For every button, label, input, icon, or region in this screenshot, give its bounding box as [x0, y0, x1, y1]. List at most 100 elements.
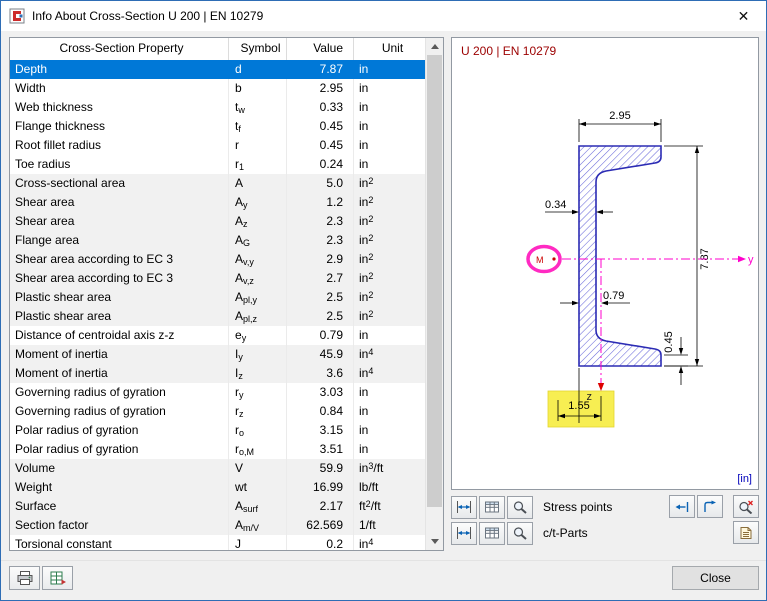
cell-symbol: Iy: [229, 345, 287, 364]
table-row[interactable]: Distance of centroidal axis z-z ey 0.79 in: [10, 326, 426, 345]
ct-parts-label: c/t-Parts: [543, 526, 588, 540]
cell-symbol: Am/V: [229, 516, 287, 535]
table-row[interactable]: Surface Asurf 2.17 ft2/ft: [10, 497, 426, 516]
table-scrollbar[interactable]: [425, 38, 443, 550]
manual-button[interactable]: [733, 521, 759, 544]
rotate-arrow-icon: [704, 500, 716, 512]
cell-symbol: J: [229, 535, 287, 550]
window-title: Info About Cross-Section U 200 | EN 1027…: [32, 9, 264, 23]
table-row[interactable]: Polar radius of gyration ro,M 3.51 in: [10, 440, 426, 459]
close-button[interactable]: Close: [672, 566, 759, 590]
stress-table-button[interactable]: [479, 495, 505, 519]
export-button[interactable]: [42, 566, 73, 590]
table-row[interactable]: Plastic shear area Apl,y 2.5 in2: [10, 288, 426, 307]
table-header: Cross-Section Property Symbol Value Unit: [10, 38, 426, 61]
flip-arrow-icon: [675, 501, 689, 512]
manual-icon: [740, 526, 752, 539]
cell-symbol: Asurf: [229, 497, 287, 516]
cell-property: Moment of inertia: [10, 364, 229, 383]
cell-unit: in4: [359, 347, 374, 361]
cell-symbol: tw: [229, 98, 287, 117]
cell-unit: in3/ft: [359, 461, 384, 475]
table-row[interactable]: Flange area AG 2.3 in2: [10, 231, 426, 250]
table-row[interactable]: Polar radius of gyration ro 3.15 in: [10, 421, 426, 440]
cell-unit: in4: [359, 537, 374, 550]
header-unit: Unit: [381, 41, 404, 55]
cell-symbol: r: [229, 136, 287, 155]
table-row[interactable]: Shear area Ay 1.2 in2: [10, 193, 426, 212]
table-row[interactable]: Shear area according to EC 3 Av,z 2.7 in2: [10, 269, 426, 288]
table-row[interactable]: Web thickness tw 0.33 in: [10, 98, 426, 117]
cell-property: Root fillet radius: [10, 136, 229, 155]
scroll-up-icon[interactable]: [426, 38, 443, 55]
zoom-reset-icon: [739, 500, 753, 514]
cell-value: 3.15: [287, 421, 354, 440]
table-row[interactable]: Width b 2.95 in: [10, 79, 426, 98]
cell-value: 2.95: [287, 79, 354, 98]
header-value: Value: [287, 38, 354, 60]
table-row[interactable]: Cross-sectional area A 5.0 in2: [10, 174, 426, 193]
table-row[interactable]: Plastic shear area Apl,z 2.5 in2: [10, 307, 426, 326]
cell-symbol: wt: [229, 478, 287, 497]
table-row[interactable]: Moment of inertia Iz 3.6 in4: [10, 364, 426, 383]
cell-value: 0.45: [287, 117, 354, 136]
table-row[interactable]: Section factor Am/V 62.569 1/ft: [10, 516, 426, 535]
table-row[interactable]: Flange thickness tf 0.45 in: [10, 117, 426, 136]
cell-property: Shear area: [10, 193, 229, 212]
cell-unit: in: [359, 423, 369, 437]
cell-unit: ft2/ft: [359, 499, 381, 513]
table-row[interactable]: Weight wt 16.99 lb/ft: [10, 478, 426, 497]
ct-zoom-button[interactable]: [507, 521, 533, 545]
cell-unit: in2: [359, 271, 374, 285]
cell-property: Cross-sectional area: [10, 174, 229, 193]
table-row[interactable]: Moment of inertia Iy 45.9 in4: [10, 345, 426, 364]
dim-flange-text: 0.45: [663, 331, 675, 352]
table-row[interactable]: Volume V 59.9 in3/ft: [10, 459, 426, 478]
stress-zoom-button[interactable]: [507, 495, 533, 519]
cell-value: 3.6: [287, 364, 354, 383]
cell-unit: in: [359, 442, 369, 456]
cell-property: Shear area according to EC 3: [10, 250, 229, 269]
table-row[interactable]: Shear area according to EC 3 Av,y 2.9 in2: [10, 250, 426, 269]
cell-unit: in2: [359, 176, 374, 190]
flip-view-button[interactable]: [669, 495, 695, 518]
dim-width-text: 2.95: [609, 110, 630, 122]
cell-value: 59.9: [287, 459, 354, 478]
rotate-view-button[interactable]: [697, 495, 723, 518]
ct-table-button[interactable]: [479, 521, 505, 545]
cell-property: Plastic shear area: [10, 288, 229, 307]
cell-symbol: d: [235, 62, 242, 76]
cell-symbol: Av,y: [229, 250, 287, 269]
scroll-down-icon[interactable]: [426, 533, 443, 550]
cell-unit: in: [359, 119, 369, 133]
cell-symbol: Apl,y: [229, 288, 287, 307]
table-body: Depth d 7.87 in Width b 2.95 in Web thickness tw 0…: [10, 60, 426, 550]
close-icon[interactable]: ✕: [721, 1, 766, 31]
cell-value: 0.2: [287, 535, 354, 550]
zoom-icon: [513, 501, 527, 514]
table-row[interactable]: Torsional constant J 0.2 in4: [10, 535, 426, 550]
cell-symbol: V: [229, 459, 287, 478]
table-row[interactable]: Shear area Az 2.3 in2: [10, 212, 426, 231]
table-row[interactable]: Governing radius of gyration rz 0.84 in: [10, 402, 426, 421]
cell-property: Weight: [10, 478, 229, 497]
dimension-icon: [457, 501, 471, 513]
table-row[interactable]: Toe radius r1 0.24 in: [10, 155, 426, 174]
dialog-icon: [9, 8, 25, 24]
header-property: Cross-Section Property: [10, 38, 229, 60]
table-row[interactable]: Root fillet radius r 0.45 in: [10, 136, 426, 155]
cell-unit: in4: [359, 366, 374, 380]
table-row[interactable]: Governing radius of gyration ry 3.03 in: [10, 383, 426, 402]
cell-value: 16.99: [287, 478, 354, 497]
info-dialog: Info About Cross-Section U 200 | EN 1027…: [0, 0, 767, 601]
print-button[interactable]: [9, 566, 40, 590]
table-row[interactable]: Depth d 7.87 in: [10, 60, 426, 79]
ct-dimension-button[interactable]: [451, 521, 477, 545]
units-note: [in]: [737, 473, 752, 485]
stress-dimension-button[interactable]: [451, 495, 477, 519]
zoom-reset-button[interactable]: [733, 495, 759, 518]
cell-value: 2.7: [287, 269, 354, 288]
drawing-panel[interactable]: U 200 | EN 10279 2.95 7.87 0.34 0.79 0.4…: [451, 37, 759, 490]
scrollbar-thumb[interactable]: [427, 55, 442, 507]
cell-property: Plastic shear area: [10, 307, 229, 326]
